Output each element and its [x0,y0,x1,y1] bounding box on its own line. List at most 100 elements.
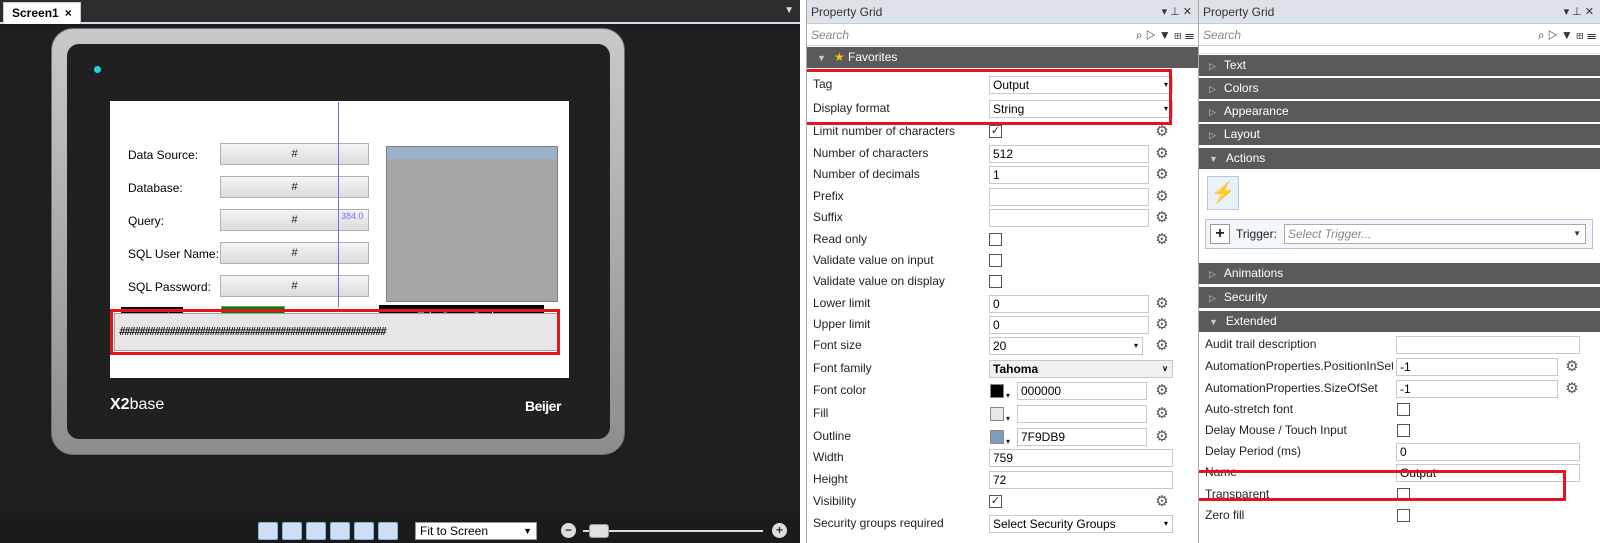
gear-icon[interactable]: ⚙ [1153,123,1171,141]
color-swatch-fill[interactable] [990,407,1004,421]
gear-icon[interactable]: ⚙ [1153,405,1171,423]
abc-icon[interactable] [330,522,350,540]
prop-name-number-of-characters: Number of characters [813,146,929,160]
automationproperties-positioninset-field[interactable]: -1 [1396,358,1558,376]
pg2-search-input[interactable]: Search ⌕ ▷ ▼ ⊞ ☰ [1199,24,1600,46]
chevron-down-icon[interactable]: ▼ [784,5,794,16]
sql-password-field[interactable]: # [220,275,369,297]
pg1-search-input[interactable]: Search ⌕ ▷ ▼ ⊞ ☰ [807,24,1198,46]
fill-field[interactable] [1017,405,1147,423]
gear-icon[interactable]: ⚙ [1153,295,1171,313]
delay-mouse-touch-input-checkbox[interactable] [1397,424,1410,437]
gear-icon[interactable]: ⚙ [1153,145,1171,163]
height-field[interactable]: 72 [989,471,1173,489]
add-action-icon[interactable]: ⚡ [1207,176,1239,210]
property-grid-extended: Property Grid ▾ ⊥ ✕ Search ⌕ ▷ ▼ ⊞ ☰ ▷ Text… [1198,0,1600,543]
width-field[interactable]: 759 [989,449,1173,467]
zoom-in-icon[interactable]: + [772,523,787,538]
category-animations[interactable]: ▷ Animations [1199,263,1600,284]
category-security[interactable]: ▷ Security [1199,287,1600,308]
gear-icon[interactable]: ⚙ [1153,493,1171,511]
gear-icon[interactable]: ⚙ [1153,231,1171,249]
category-appearance[interactable]: ▷ Appearance [1199,101,1600,122]
upper-limit-field[interactable]: 0 [989,316,1149,334]
outline-field[interactable]: 7F9DB9 [1017,428,1147,446]
gear-icon[interactable]: ⚙ [1153,316,1171,334]
category-text[interactable]: ▷ Text [1199,55,1600,76]
category-text-label: Text [1223,58,1246,72]
gear-icon[interactable]: ⚙ [1153,382,1171,400]
close-icon[interactable]: × [65,6,72,20]
tooltip-icon[interactable] [282,522,302,540]
gear-icon[interactable]: ⚙ [1153,166,1171,184]
category-layout[interactable]: ▷ Layout [1199,124,1600,145]
category-colors[interactable]: ▷ Colors [1199,78,1600,99]
validate-value-on-input-checkbox[interactable] [989,254,1002,267]
gear-icon[interactable]: ⚙ [1563,358,1581,376]
prop-name-validate-value-on-display: Validate value on display [813,274,945,288]
data-source-field[interactable]: # [220,143,369,165]
add-trigger-button[interactable]: + [1210,224,1230,244]
pg2-search-placeholder: Search [1203,28,1242,42]
zoom-toolbar: Fit to Screen ▼ − + [0,519,800,543]
search-icon[interactable]: ⌕ ▷ ▼ ⊞ ☰ [1538,24,1596,46]
zoom-select[interactable]: Fit to Screen ▼ [415,522,537,540]
zoom-out-icon[interactable]: − [561,523,576,538]
prefix-field[interactable] [989,188,1149,206]
sql-user-field[interactable]: # [220,242,369,264]
prop-row-automationproperties-positioninset: AutomationProperties.PositionInSet -1 ⚙ [1199,356,1600,377]
audit-trail-description-field[interactable] [1396,336,1580,354]
search-icon[interactable]: ⌕ ▷ ▼ ⊞ ☰ [1136,24,1194,46]
number-of-characters-field[interactable]: 512 [989,145,1149,163]
auto-stretch-font-checkbox[interactable] [1397,403,1410,416]
tab-screen1[interactable]: Screen1 × [3,2,81,24]
validate-value-on-display-checkbox[interactable] [989,275,1002,288]
tab-screen1-label: Screen1 [12,6,59,20]
lower-limit-field[interactable]: 0 [989,295,1149,313]
document-tabstrip: Screen1 × ▼ [0,0,800,24]
scroll-fragment [1199,46,1600,54]
read-only-checkbox[interactable] [989,233,1002,246]
screen-designer: Screen1 × ▼ Data Source: Database: Query:… [0,0,800,543]
font-family-select[interactable]: Tahoma ∨ [989,360,1173,378]
screen-icon[interactable] [354,522,374,540]
category-favorites[interactable]: ▼ ★ Favorites [807,47,1198,68]
prop-row-validate-value-on-input: Validate value on input [807,250,1198,271]
zoom-slider[interactable] [583,530,763,532]
data-grid-placeholder[interactable] [386,146,558,302]
fit-width-icon[interactable] [258,522,278,540]
chevron-down-icon: ▼ [1573,229,1581,238]
category-extended[interactable]: ▼ Extended [1199,311,1600,332]
delay-period-ms-field[interactable]: 0 [1396,443,1580,461]
category-actions[interactable]: ▼ Actions [1199,148,1600,169]
trigger-label: Trigger: [1236,227,1277,241]
label-database: Database: [128,181,183,195]
gear-icon[interactable]: ⚙ [1153,188,1171,206]
visibility-checkbox[interactable]: ✓ [989,495,1002,508]
pin-icon[interactable]: ▾ ⊥ ✕ [1564,0,1594,24]
number-of-decimals-field[interactable]: 1 [989,166,1149,184]
grid-icon[interactable] [378,522,398,540]
pin-icon[interactable]: ▾ ⊥ ✕ [1162,0,1192,24]
font-color-field[interactable]: 000000 [1017,382,1147,400]
color-swatch-outline[interactable] [990,430,1004,444]
prop-row-font-family: Font family Tahoma ∨ [807,358,1198,379]
security-groups-required-select[interactable]: Select Security Groups ▾ [989,515,1173,533]
prop-name-upper-limit: Upper limit [813,317,871,331]
hmi-led-indicator [94,66,101,73]
zoom-slider-thumb[interactable] [589,524,609,538]
database-field[interactable]: # [220,176,369,198]
comment-icon[interactable] [306,522,326,540]
automationproperties-sizeofset-field[interactable]: -1 [1396,380,1558,398]
gear-icon[interactable]: ⚙ [1153,428,1171,446]
security-groups-required-value: Select Security Groups [993,517,1116,531]
limit-number-of-characters-checkbox[interactable]: ✓ [989,125,1002,138]
zero-fill-checkbox[interactable] [1397,509,1410,522]
gear-icon[interactable]: ⚙ [1563,380,1581,398]
gear-icon[interactable]: ⚙ [1153,337,1171,355]
font-size-select[interactable]: 20 ▾ [989,337,1143,355]
color-swatch-font-color[interactable] [990,384,1004,398]
trigger-select[interactable]: Select Trigger... ▼ [1284,224,1586,244]
suffix-field[interactable] [989,209,1149,227]
gear-icon[interactable]: ⚙ [1153,209,1171,227]
